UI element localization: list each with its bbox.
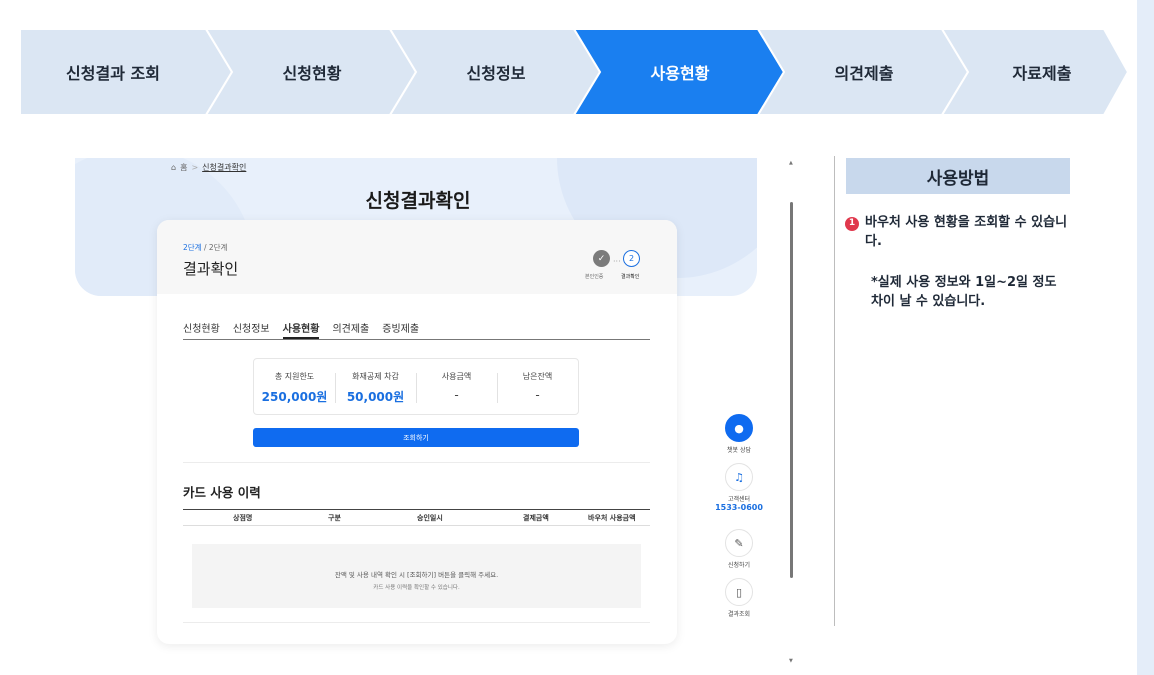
progress-label-auth: 본인인증 — [585, 274, 604, 280]
step-opinion-submit[interactable]: 의견제출 — [772, 29, 956, 115]
progress-label-result: 결과확인 — [621, 274, 640, 280]
col-type: 구분 — [328, 513, 341, 522]
customer-center-phone: 1533-0600 — [715, 503, 763, 512]
col-amount: 결제금액 — [523, 513, 549, 522]
tab-evidence[interactable]: 증빙제출 — [382, 320, 419, 339]
apply-button[interactable]: ✎ 신청하기 — [703, 529, 775, 569]
tab-apply-info[interactable]: 신청정보 — [233, 320, 270, 339]
scroll-thumb[interactable] — [790, 202, 793, 578]
chatbot-label: 챗봇 상담 — [727, 447, 751, 454]
page-title: 신청결과확인 — [365, 190, 471, 212]
summary-value: - — [454, 388, 459, 402]
tab-usage-status[interactable]: 사용현황 — [282, 320, 320, 339]
summary-remaining: 남은잔액 - — [497, 359, 578, 414]
breadcrumb: ⌂ 홈 > 신청결과확인 — [171, 162, 246, 173]
breadcrumb-current[interactable]: 신청결과확인 — [202, 162, 246, 173]
customer-center-label: 고객센터 — [727, 496, 751, 503]
step-apply-status[interactable]: 신청현황 — [220, 29, 404, 115]
empty-line-2: 카드 사용 이력을 확인할 수 있습니다. — [373, 585, 460, 591]
step-total: / 2단계 — [203, 243, 228, 252]
summary-value: - — [535, 388, 540, 402]
step-indicator: 2단계 / 2단계 — [183, 242, 227, 253]
how-to-text: 바우처 사용 현황을 조회할 수 있습니다. — [865, 215, 1068, 249]
document-search-icon: ▯ — [725, 578, 753, 606]
step-navigation: 신청결과 조회 신청현황 신청정보 사용현황 의견제출 자료제출 — [20, 29, 1128, 115]
divider — [183, 622, 650, 623]
apply-label: 신청하기 — [727, 562, 751, 569]
card-title: 결과확인 — [183, 260, 239, 278]
how-to-item: 1 바우처 사용 현황을 조회할 수 있습니다. — [845, 213, 1075, 249]
empty-line-1: 잔액 및 사용 내역 확인 시 [조회하기] 버튼을 클릭해 주세요. — [334, 571, 499, 579]
empty-history-message: 잔액 및 사용 내역 확인 시 [조회하기] 버튼을 클릭해 주세요. 카드 사… — [192, 544, 641, 608]
divider — [183, 462, 650, 463]
summary-total-limit: 총 지원한도 250,000원 — [254, 359, 335, 414]
right-edge-strip — [1137, 0, 1154, 675]
headset-icon: ♫ — [725, 463, 753, 491]
summary-used-amount: 사용금액 - — [416, 359, 497, 414]
scroll-up-arrow[interactable]: ▲ — [789, 160, 793, 166]
summary-box: 총 지원한도 250,000원 화재공제 차감 50,000원 사용금액 - 남… — [253, 358, 579, 415]
result-lookup-label: 결과조회 — [727, 611, 751, 618]
result-card: 2단계 / 2단계 결과확인 ✓ ··· 2 본인인증 결과확인 신청현황 신청… — [157, 220, 677, 644]
step-document-submit[interactable]: 자료제출 — [956, 29, 1128, 115]
col-voucher-amount: 바우처 사용금액 — [588, 513, 636, 522]
progress-dots: ··· — [613, 257, 621, 266]
summary-label: 총 지원한도 — [274, 372, 315, 381]
tab-opinion[interactable]: 의견제출 — [332, 320, 369, 339]
summary-value: 250,000원 — [261, 390, 328, 404]
how-to-note: *실제 사용 정보와 1일~2일 정도 차이 날 수 있습니다. — [871, 275, 1057, 309]
check-icon: ✓ — [593, 250, 610, 267]
edit-icon: ✎ — [725, 529, 753, 557]
panel-divider — [834, 156, 835, 626]
scrollbar[interactable]: ▲ ▼ — [788, 160, 794, 664]
step-usage-status[interactable]: 사용현황 — [588, 29, 772, 115]
card-header: 2단계 / 2단계 결과확인 ✓ ··· 2 본인인증 결과확인 — [157, 220, 677, 294]
progress-steps: ✓ ··· 2 본인인증 결과확인 — [585, 250, 651, 284]
number-badge: 1 — [845, 216, 859, 231]
how-to-title: 사용방법 — [846, 158, 1070, 194]
scroll-down-arrow[interactable]: ▼ — [789, 658, 793, 664]
step-apply-info[interactable]: 신청정보 — [404, 29, 588, 115]
query-button[interactable]: 조회하기 — [253, 428, 579, 447]
col-approved-at: 승인일시 — [417, 513, 443, 522]
chat-icon: ● — [725, 414, 753, 442]
step-apply-result[interactable]: 신청결과 조회 — [20, 29, 206, 115]
tab-apply-status[interactable]: 신청현황 — [183, 320, 220, 339]
history-table-header: 상점명 구분 승인일시 결제금액 바우처 사용금액 — [183, 509, 650, 526]
summary-label: 남은잔액 — [522, 372, 553, 381]
summary-value: 50,000원 — [346, 390, 405, 404]
card-history-title: 카드 사용 이력 — [183, 485, 261, 500]
summary-label: 화재공제 차감 — [352, 372, 399, 381]
home-icon[interactable]: ⌂ — [171, 163, 176, 172]
card-tabs: 신청현황 신청정보 사용현황 의견제출 증빙제출 — [183, 320, 650, 340]
summary-label: 사용금액 — [441, 372, 472, 381]
result-page-screenshot: ⌂ 홈 > 신청결과확인 신청결과확인 2단계 / 2단계 결과확인 ✓ ···… — [43, 158, 793, 663]
col-store: 상점명 — [233, 513, 253, 522]
result-lookup-button[interactable]: ▯ 결과조회 — [703, 578, 775, 618]
progress-current-number: 2 — [623, 250, 640, 267]
chatbot-button[interactable]: ● 챗봇 상담 — [703, 414, 775, 454]
summary-fire-deduction: 화재공제 차감 50,000원 — [335, 359, 416, 414]
customer-center-button[interactable]: ♫ 고객센터 1533-0600 — [703, 463, 775, 512]
breadcrumb-separator: > — [191, 163, 199, 172]
breadcrumb-home[interactable]: 홈 — [180, 162, 187, 173]
step-current: 2단계 — [183, 243, 202, 252]
